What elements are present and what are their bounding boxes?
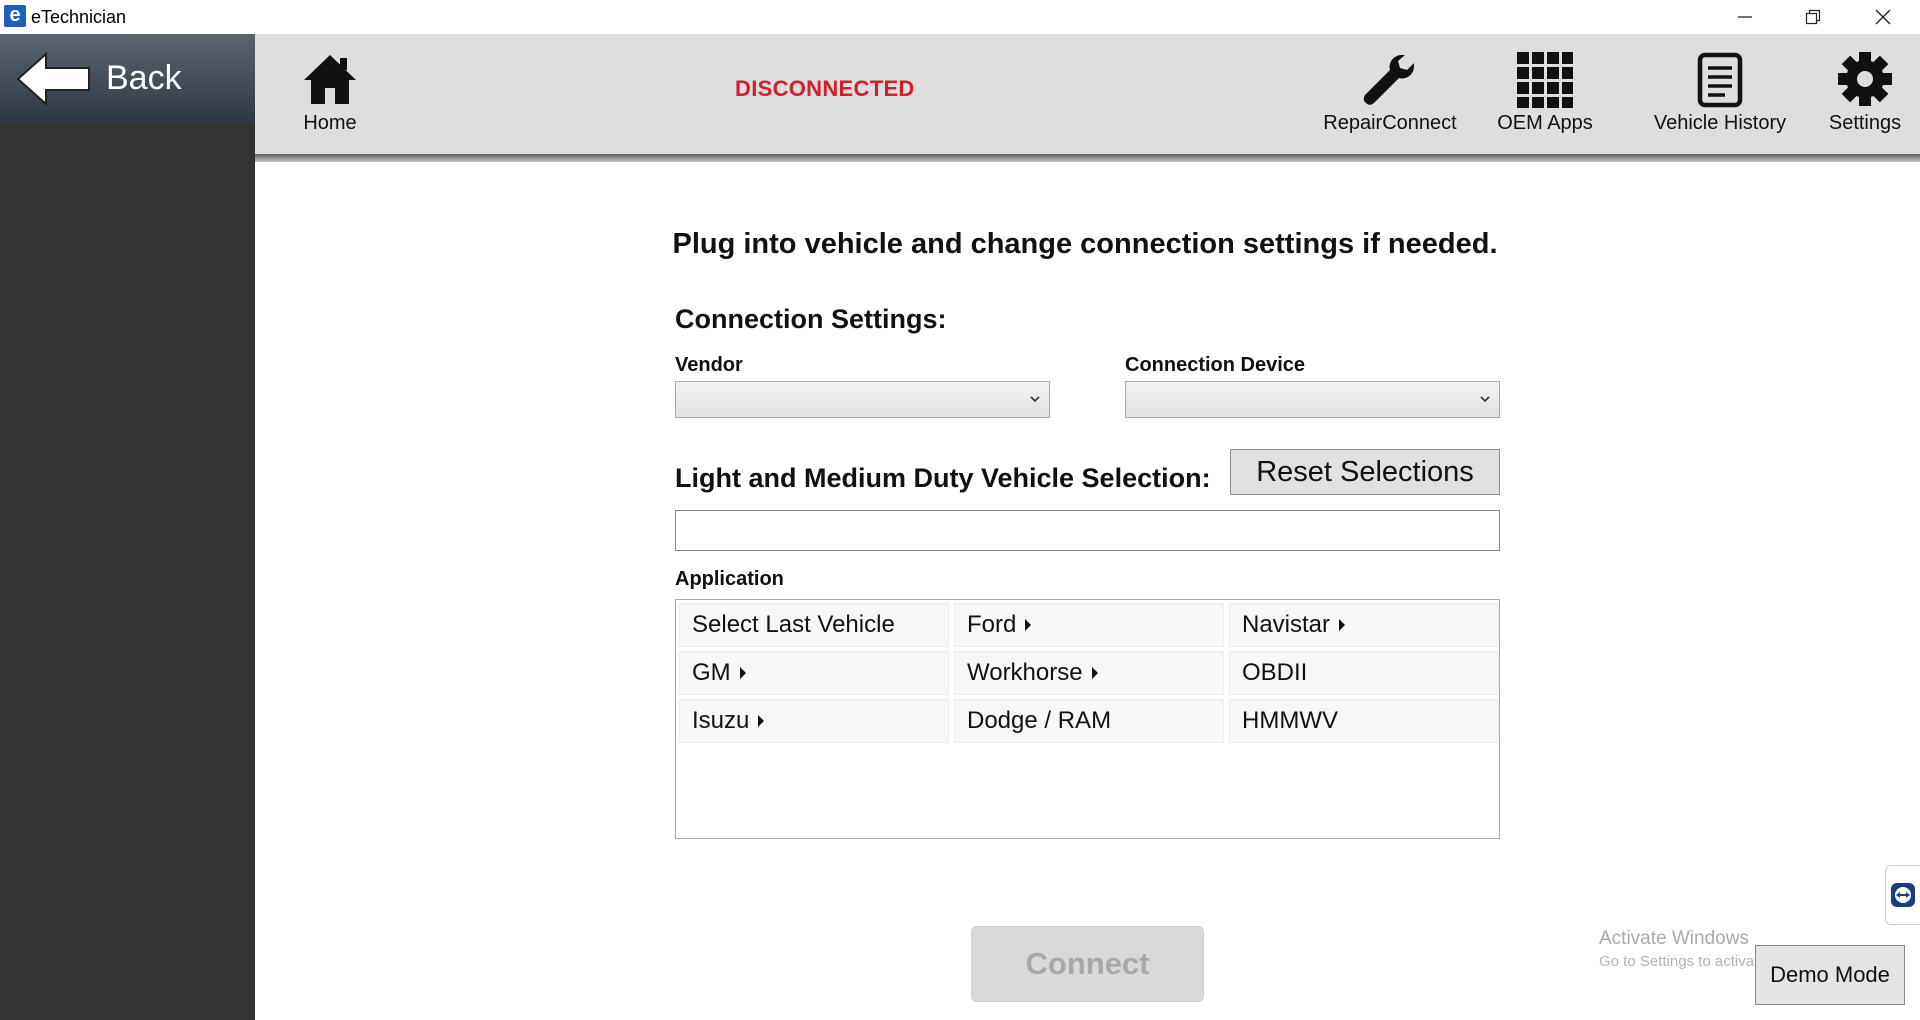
submenu-arrow-icon: [1091, 667, 1098, 679]
nav-home[interactable]: Home: [285, 34, 375, 154]
application-item[interactable]: HMMWV: [1229, 699, 1499, 743]
minimize-icon: [1738, 16, 1752, 18]
nav-oem-apps-label: OEM Apps: [1497, 112, 1593, 134]
application-grid: Select Last Vehicle Ford Navistar GM Wor…: [675, 599, 1500, 839]
nav-divider: [255, 154, 1920, 162]
nav-vehicle-history-label: Vehicle History: [1653, 112, 1787, 134]
connect-button[interactable]: Connect: [971, 926, 1204, 1002]
restore-icon: [1805, 9, 1821, 25]
close-icon: [1875, 9, 1891, 25]
grid-icon: [1517, 52, 1573, 108]
vendor-select[interactable]: [675, 381, 1050, 418]
demo-mode-button[interactable]: Demo Mode: [1755, 945, 1905, 1005]
application-item[interactable]: Workhorse: [954, 651, 1224, 695]
connection-settings-heading: Connection Settings:: [675, 304, 947, 334]
submenu-arrow-icon: [758, 715, 765, 727]
application-item[interactable]: Navistar: [1229, 603, 1499, 647]
home-icon: [304, 55, 356, 104]
application-item[interactable]: Ford: [954, 603, 1224, 647]
wrench-icon: [1363, 55, 1414, 105]
nav-home-label: Home: [303, 112, 357, 134]
restore-button[interactable]: [1778, 0, 1848, 34]
page-title: Plug into vehicle and change connection …: [672, 228, 1498, 260]
application-item[interactable]: GM: [679, 651, 949, 695]
gear-icon: [1838, 52, 1892, 106]
submenu-arrow-icon: [1339, 619, 1346, 631]
application-item[interactable]: OBDII: [1229, 651, 1499, 695]
minimize-button[interactable]: [1710, 0, 1780, 34]
remote-support-icon: [1891, 883, 1915, 907]
vehicle-selection-field[interactable]: [675, 510, 1500, 551]
app-logo-icon: e: [4, 5, 26, 27]
application-item[interactable]: Isuzu: [679, 699, 949, 743]
document-icon: [1697, 52, 1743, 108]
submenu-arrow-icon: [1025, 619, 1032, 631]
nav-vehicle-history[interactable]: Vehicle History: [1640, 34, 1800, 154]
nav-settings[interactable]: Settings: [1820, 34, 1910, 154]
nav-settings-label: Settings: [1828, 112, 1902, 134]
application-label: Application: [675, 568, 784, 590]
vendor-label: Vendor: [675, 354, 743, 376]
window-title: eTechnician: [31, 7, 127, 27]
application-item[interactable]: Dodge / RAM: [954, 699, 1224, 743]
nav-oem-apps[interactable]: OEM Apps: [1490, 34, 1600, 154]
activate-windows-title: Activate Windows: [1599, 928, 1749, 949]
reset-selections-button[interactable]: Reset Selections: [1230, 449, 1500, 495]
close-button[interactable]: [1848, 0, 1918, 34]
connection-device-label: Connection Device: [1125, 354, 1306, 376]
chevron-down-icon: [1480, 396, 1490, 403]
title-bar: e eTechnician: [0, 0, 1920, 34]
submenu-arrow-icon: [739, 667, 746, 679]
back-label: Back: [106, 59, 182, 97]
connection-status: DISCONNECTED: [735, 76, 915, 101]
chevron-down-icon: [1030, 396, 1040, 403]
back-arrow-icon: [16, 51, 90, 106]
connection-device-select[interactable]: [1125, 381, 1500, 418]
remote-support-tab[interactable]: [1885, 865, 1920, 925]
sidebar: Back: [0, 34, 255, 1020]
vehicle-selection-heading: Light and Medium Duty Vehicle Selection:: [675, 463, 1211, 493]
application-item[interactable]: Select Last Vehicle: [679, 603, 949, 647]
top-nav: Home DISCONNECTED RepairConnect OEM Apps…: [255, 34, 1920, 154]
nav-repairconnect-label: RepairConnect: [1323, 112, 1457, 134]
nav-repairconnect[interactable]: RepairConnect: [1315, 34, 1465, 154]
back-button[interactable]: Back: [0, 34, 255, 123]
